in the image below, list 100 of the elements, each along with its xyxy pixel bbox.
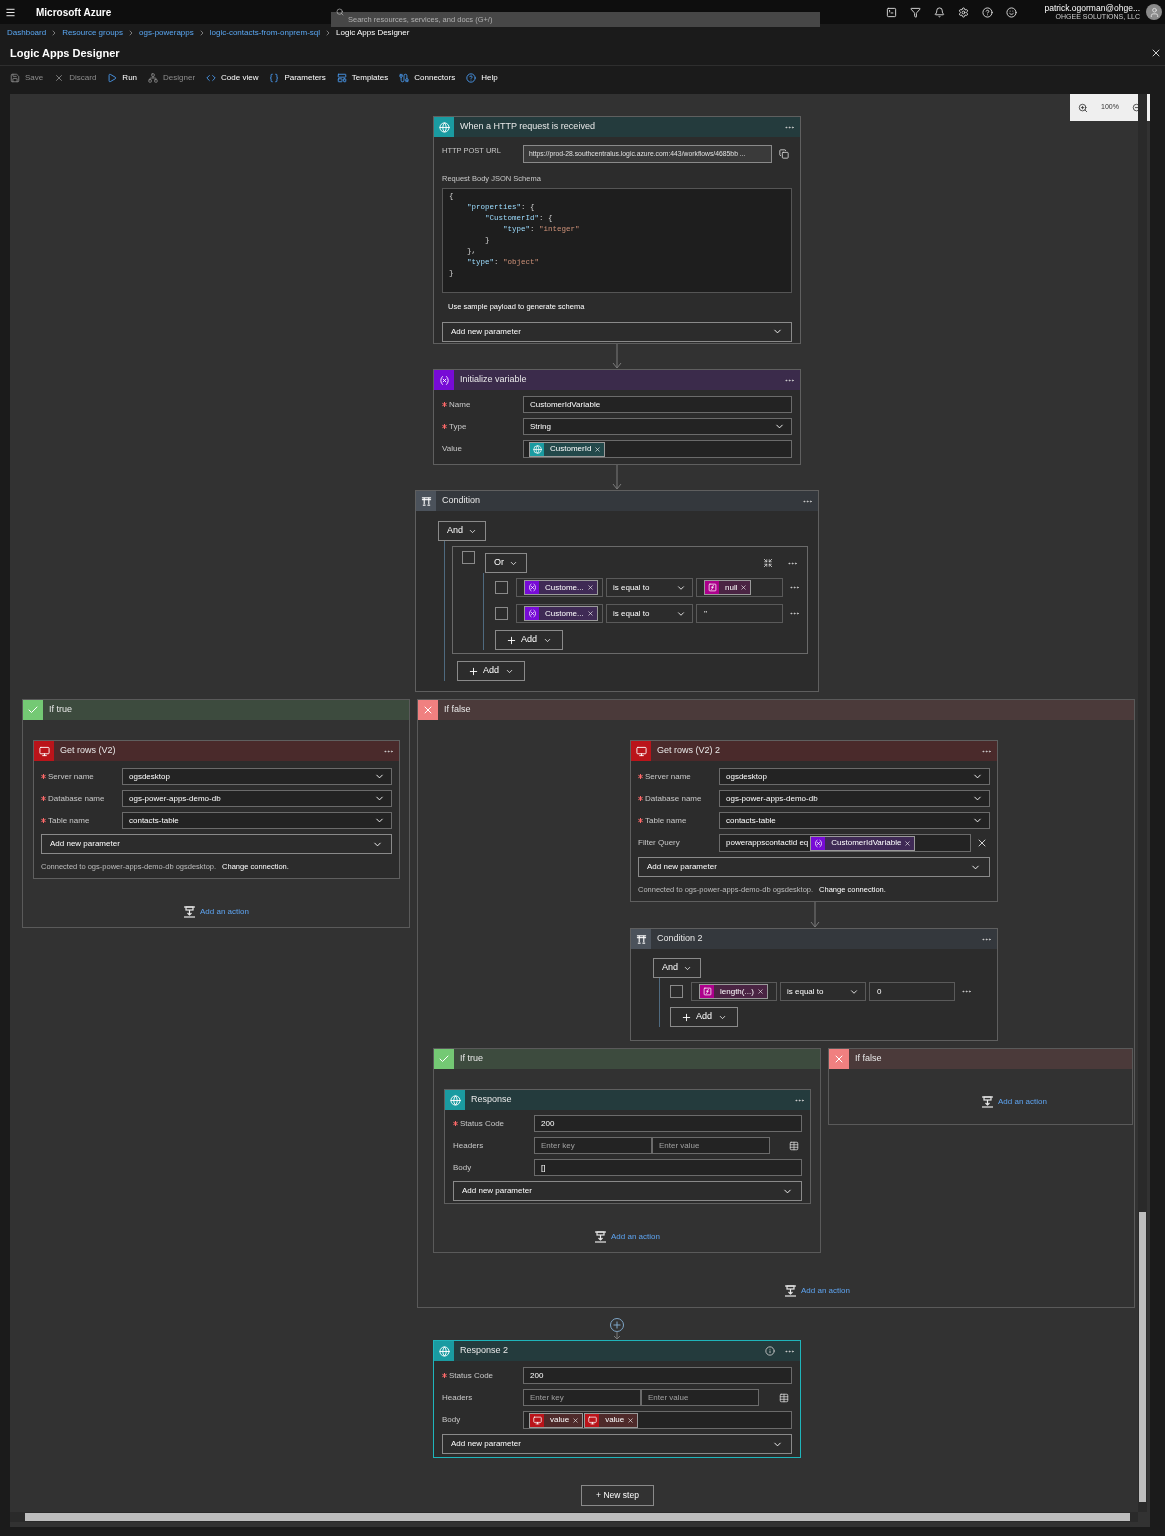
insert-step-icon: [784, 1285, 797, 1297]
breadcrumb-link[interactable]: ogs-powerapps: [139, 26, 194, 39]
bell-icon[interactable]: [934, 6, 945, 18]
help-icon: [466, 73, 477, 83]
dropdown[interactable]: String: [523, 418, 792, 435]
help-icon[interactable]: [982, 6, 993, 18]
zoom-in-icon[interactable]: [1078, 102, 1088, 113]
settings-icon[interactable]: [958, 6, 969, 18]
avatar-icon[interactable]: [1146, 4, 1162, 20]
dropdown[interactable]: ogsdesktop: [122, 768, 392, 785]
toolbar-button[interactable]: Run: [107, 72, 138, 84]
add-parameter-dropdown[interactable]: Add new parameter: [442, 1434, 792, 1454]
add-parameter-dropdown[interactable]: Add new parameter: [638, 857, 990, 877]
horizontal-scrollbar[interactable]: [10, 1512, 1138, 1522]
toolbar-button[interactable]: Code view: [206, 72, 259, 84]
token-chip[interactable]: length(...): [699, 984, 768, 999]
dropdown[interactable]: ogs-power-apps-demo-db: [719, 790, 990, 807]
breadcrumb-link[interactable]: Resource groups: [62, 26, 124, 39]
dropdown[interactable]: is equal to: [606, 578, 693, 597]
remove-icon[interactable]: [594, 445, 602, 453]
operand-field[interactable]: Custome...: [516, 604, 603, 623]
dropdown[interactable]: contacts-table: [122, 812, 392, 829]
remove-icon[interactable]: [586, 610, 594, 617]
template-icon: [336, 73, 347, 83]
dropdown[interactable]: is equal to: [780, 982, 866, 1001]
add-button[interactable]: Add: [670, 1007, 738, 1027]
scrollbar-thumb[interactable]: [1139, 1212, 1146, 1502]
add-action-button[interactable]: Add an action: [183, 906, 249, 918]
breadcrumb-link[interactable]: Dashboard: [7, 26, 47, 39]
toolbar-button[interactable]: Templates: [336, 72, 389, 84]
copy-icon[interactable]: [779, 149, 789, 159]
clear-icon[interactable]: [976, 837, 988, 849]
checkbox[interactable]: [462, 551, 475, 564]
scrollbar-thumb[interactable]: [25, 1513, 1130, 1521]
operator-dropdown[interactable]: Or: [485, 553, 527, 573]
add-parameter-dropdown[interactable]: Add new parameter: [442, 321, 792, 342]
add-parameter-dropdown[interactable]: Add new parameter: [41, 834, 392, 854]
text-field[interactable]: 200: [534, 1115, 802, 1132]
token-field[interactable]: CustomerId: [523, 440, 792, 458]
text-field[interactable]: []: [534, 1159, 802, 1176]
key-field[interactable]: Enter key: [534, 1137, 652, 1154]
toolbar-button[interactable]: Parameters: [269, 72, 326, 84]
operand-field[interactable]: '': [696, 604, 783, 623]
operand-field[interactable]: length(...): [691, 982, 777, 1001]
operand-field[interactable]: Custome...: [516, 578, 603, 597]
remove-icon[interactable]: [904, 839, 912, 847]
operator-dropdown[interactable]: And: [653, 958, 701, 978]
filter-icon[interactable]: [910, 6, 921, 18]
checkbox[interactable]: [495, 607, 508, 620]
close-icon[interactable]: [1150, 47, 1162, 59]
token-chip[interactable]: CustomerId: [529, 441, 606, 457]
remove-icon[interactable]: [586, 584, 594, 591]
token-chip[interactable]: Custome...: [524, 606, 598, 621]
dropdown[interactable]: ogs-power-apps-demo-db: [122, 790, 392, 807]
checkbox[interactable]: [670, 985, 683, 998]
remove-icon[interactable]: [627, 1416, 635, 1424]
globe-icon: [445, 1090, 465, 1110]
smiley-icon[interactable]: [1006, 6, 1017, 18]
add-button[interactable]: Add: [495, 630, 563, 650]
remove-icon[interactable]: [572, 1416, 580, 1424]
operand-field[interactable]: 0: [869, 982, 955, 1001]
add-action-button[interactable]: Add an action: [784, 1285, 850, 1297]
checkbox[interactable]: [495, 581, 508, 594]
token-chip[interactable]: value: [529, 1412, 584, 1428]
token-field[interactable]: value value: [523, 1411, 792, 1429]
token-chip[interactable]: Custome...: [524, 580, 598, 595]
value-field[interactable]: Enter value: [652, 1137, 770, 1154]
new-step-button[interactable]: + New step: [581, 1485, 654, 1506]
token-chip[interactable]: CustomerIdVariable: [810, 835, 916, 851]
filter-field[interactable]: powerappscontactid eq CustomerIdVariable: [719, 834, 971, 852]
dropdown[interactable]: contacts-table: [719, 812, 990, 829]
collapse-icon[interactable]: [763, 558, 773, 568]
menu-icon[interactable]: [5, 6, 16, 18]
table-icon[interactable]: [789, 1140, 799, 1151]
token-chip[interactable]: null: [704, 580, 752, 595]
key-field[interactable]: Enter key: [523, 1389, 641, 1406]
operand-field[interactable]: null: [696, 578, 783, 597]
token-chip[interactable]: value: [584, 1412, 639, 1428]
remove-icon[interactable]: [756, 988, 764, 995]
operator-dropdown[interactable]: And: [438, 521, 486, 541]
toolbar-button[interactable]: Help: [466, 72, 498, 84]
dropdown[interactable]: ogsdesktop: [719, 768, 990, 785]
add-button[interactable]: Add: [457, 661, 525, 681]
insert-step-icon: [183, 906, 197, 918]
add-action-button[interactable]: Add an action: [981, 1096, 1047, 1108]
text-field[interactable]: 200: [523, 1367, 792, 1384]
remove-icon[interactable]: [740, 584, 748, 591]
info-icon[interactable]: [765, 1346, 775, 1356]
breadcrumb-link[interactable]: logic-contacts-from-onprem-sql: [209, 26, 321, 39]
terminal-icon[interactable]: [886, 6, 897, 18]
text-field[interactable]: CustomerIdVariable: [523, 396, 792, 413]
dropdown[interactable]: is equal to: [606, 604, 693, 623]
table-icon[interactable]: [779, 1392, 789, 1403]
toolbar-button[interactable]: Connectors: [399, 72, 456, 84]
value-field[interactable]: Enter value: [641, 1389, 759, 1406]
plus-icon: [468, 665, 479, 677]
add-parameter-dropdown[interactable]: Add new parameter: [453, 1181, 802, 1201]
vertical-scrollbar[interactable]: [1138, 94, 1147, 1512]
breadcrumb-current: Logic Apps Designer: [336, 26, 410, 39]
add-action-button[interactable]: Add an action: [594, 1231, 660, 1243]
